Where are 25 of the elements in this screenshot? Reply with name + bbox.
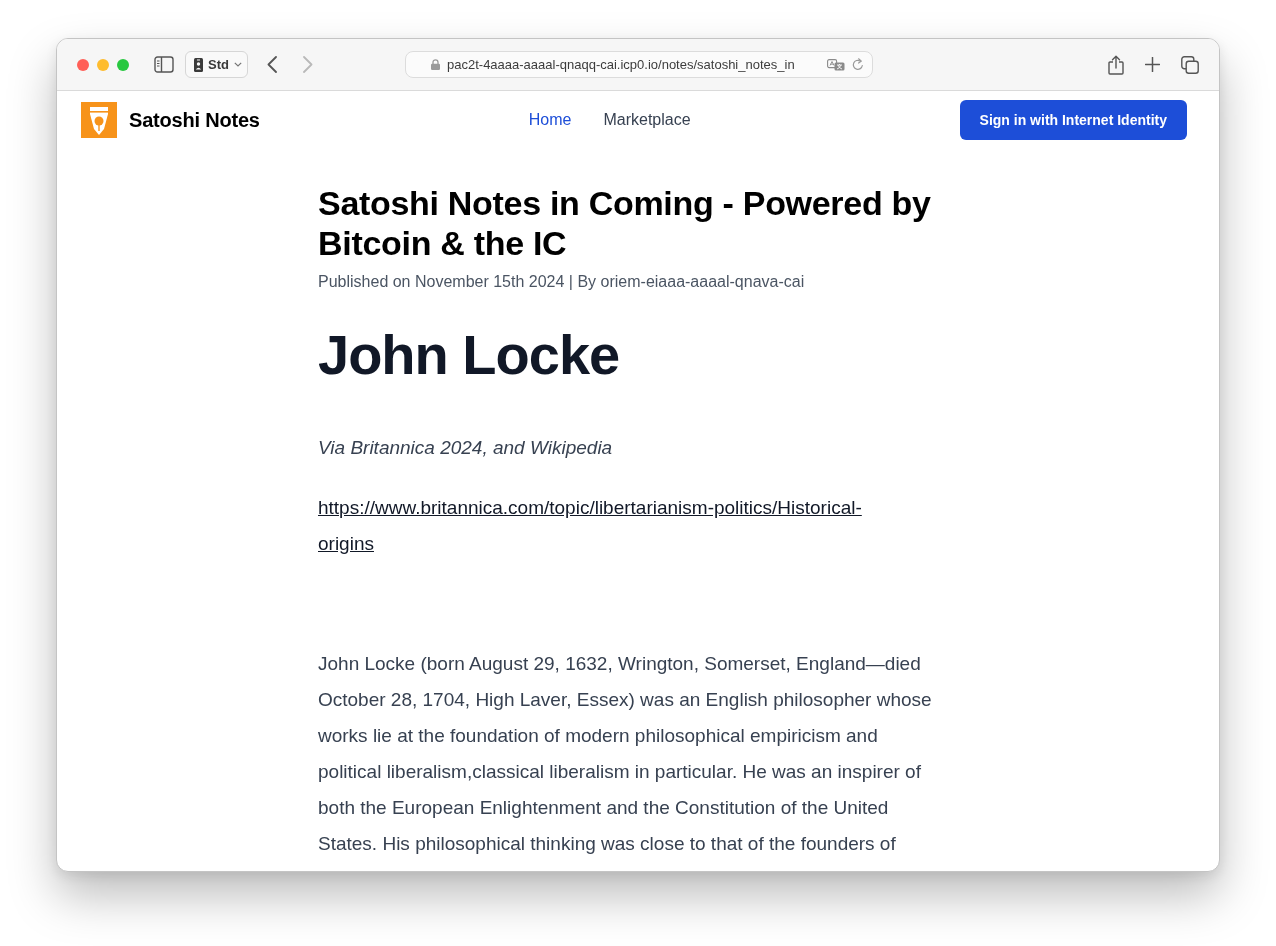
lock-icon xyxy=(431,59,440,70)
pen-nib-logo-icon[interactable] xyxy=(81,102,117,138)
source-link[interactable]: https://www.britannica.com/topic/libertarianism-politics/Historical-origins xyxy=(318,490,890,562)
article-byline: Published on November 15th 2024 | By oriem-eiaaa-aaaal-qnava-cai xyxy=(318,272,806,292)
person-badge-icon xyxy=(194,57,203,72)
article-paragraph: John Locke (born August 29, 1632, Wrington, Somerset, England—died October 28, 1704, High Laver, Essex) was an English philosopher whose works lie at the foundation of modern philosophical empiricism and political liberalism,classical liberalism in particular. He was an inspirer of both the European Enlightenment and the Constitution of the United States. His philosophical thinking was close to that of the founders of xyxy=(318,652,933,856)
profile-button[interactable]: Std xyxy=(185,51,248,78)
back-chevron-icon[interactable] xyxy=(267,56,277,73)
nav-link[interactable]: Marketplace xyxy=(603,111,691,129)
nav-link[interactable]: Home xyxy=(528,111,572,129)
article-heading: John Locke xyxy=(318,324,621,386)
sign-in-button[interactable]: Sign in with Internet Identity xyxy=(959,100,1187,140)
translate-icon[interactable] xyxy=(827,58,845,71)
site-name[interactable]: Satoshi Notes xyxy=(129,108,260,132)
article-title: Satoshi Notes in Coming - Powered by Bitcoin & the IC xyxy=(318,183,932,263)
sidebar-icon[interactable] xyxy=(154,56,174,73)
plus-icon[interactable] xyxy=(1145,57,1160,72)
chevron-down-icon xyxy=(233,62,242,67)
tabs-overview-icon[interactable] xyxy=(1181,55,1199,74)
close-window-button[interactable] xyxy=(77,58,89,71)
address-field[interactable]: pac2t-4aaaa-aaaal-qnaqq-cai.icp0.io/notes/satoshi_notes_in xyxy=(405,51,873,78)
share-icon[interactable] xyxy=(1108,54,1124,75)
reload-icon[interactable] xyxy=(852,58,864,71)
source-note: Via Britannica 2024, and Wikipedia xyxy=(318,436,614,460)
maximize-window-button[interactable] xyxy=(117,58,129,71)
